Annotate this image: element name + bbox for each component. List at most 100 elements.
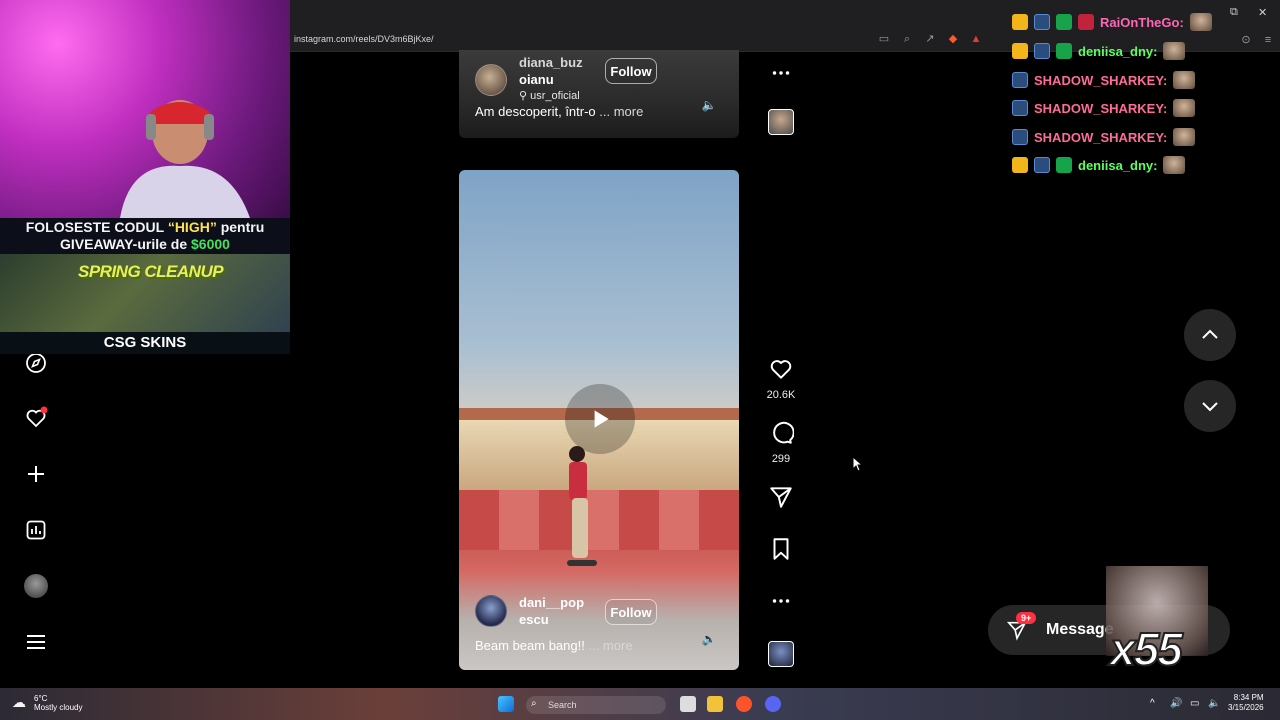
previous-reel-button[interactable] [1184,309,1236,361]
promo-text: pentru [216,219,265,235]
volume-icon[interactable]: 🔊 [1170,698,1182,709]
streamer-figure [120,100,250,218]
chat-username: RaiOnTheGo: [1100,14,1184,30]
promo-line-2: GIVEAWAY-urile de $6000 [0,236,290,253]
compass-icon [26,353,46,373]
menu-icon[interactable]: ≡ [1262,34,1274,46]
profile-button[interactable] [22,572,50,600]
share-button[interactable] [766,484,796,515]
restore-icon[interactable]: ⧉ [1230,6,1238,19]
chat-badge-icon [1034,14,1050,30]
streamer-webcam [0,0,290,218]
play-button[interactable] [565,384,635,454]
chat-username: SHADOW_SHARKEY: [1034,100,1168,116]
chat-message: SHADOW_SHARKEY: [1012,98,1196,118]
task-view-icon[interactable] [680,696,696,712]
chat-badge-icon [1012,14,1028,30]
promo-amount: $6000 [191,236,230,252]
caption-text: Beam beam bang!! [475,638,585,653]
messages-label: Message [1046,621,1114,638]
display-icon[interactable]: ▭ [1190,698,1199,709]
clock-time: 8:34 PM [1233,693,1264,702]
chat-message: SHADOW_SHARKEY: [1012,127,1196,147]
sound-icon[interactable]: 🔈 [701,632,717,648]
chat-badge-icon [1056,157,1072,173]
avatar[interactable] [475,595,507,627]
brave-rewards-icon[interactable]: ▲ [970,33,982,45]
more-options-button[interactable] [766,60,796,91]
more-link[interactable]: ... more [599,104,643,119]
paper-plane-icon [770,487,792,508]
chat-badge-icon [1034,157,1050,173]
chevron-up-icon [1202,329,1218,339]
brave-browser-icon[interactable] [736,696,752,712]
address-bar[interactable]: instagram.com/reels/DV3m6BjKxe/ [294,34,434,44]
sound-icon[interactable]: 🔈 [701,98,717,114]
username-line-2: oianu [519,72,554,87]
chat-message: SHADOW_SHARKEY: [1012,70,1196,90]
brave-shield-icon[interactable]: ◆ [947,33,959,45]
chat-emote-icon [1163,42,1186,60]
reel-author[interactable]: diana_buz oianu ⚲ usr_oficial [475,54,589,105]
discord-icon[interactable] [765,696,781,712]
promo-text: GIVEAWAY-urile de [60,236,192,252]
avatar [24,574,48,598]
zoom-icon[interactable]: ⌕ [901,33,913,45]
search-label: Search [548,700,577,710]
chat-badge-icon [1012,72,1028,88]
start-button[interactable] [498,696,514,712]
reel-username[interactable]: dani__pop escu [519,594,589,628]
reel-card-current[interactable]: dani__pop escu Follow Beam beam bang!! .… [459,170,739,670]
unread-badge: 9+ [1016,612,1037,624]
audio-label[interactable]: ⚲ usr_oficial [519,88,589,105]
create-button[interactable] [22,460,50,488]
multiplier-label: x55 [1109,622,1184,676]
dashboard-button[interactable] [22,516,50,544]
caption-text: Am descoperit, într-o [475,104,596,119]
chat-badge-icon [1078,14,1094,30]
audio-thumbnail[interactable] [768,109,794,135]
chart-icon [26,520,46,540]
next-reel-button[interactable] [1184,380,1236,432]
chat-username: deniisa_dny: [1078,157,1158,173]
follow-button[interactable]: Follow [605,58,657,84]
share-icon[interactable]: ↗ [924,33,936,45]
username-line-2: escu [519,612,549,627]
chat-badge-icon [1056,43,1072,59]
ellipsis-icon [772,71,790,75]
system-clock[interactable]: 8:34 PM 3/15/2026 [1228,693,1264,713]
cloud-icon: ☁ [12,694,26,710]
notifications-button[interactable] [22,404,50,432]
reel-author[interactable]: dani__pop escu [475,594,589,628]
search-icon: ⌕ [531,698,537,709]
tray-overflow-icon[interactable]: ^ [1150,698,1155,709]
more-menu-button[interactable] [22,628,50,656]
cast-icon[interactable]: ▭ [878,33,890,45]
play-icon [594,410,609,428]
file-explorer-icon[interactable] [707,696,723,712]
taskbar-search[interactable]: Search [526,696,666,714]
chat-badge-icon [1056,14,1072,30]
extension-icon[interactable]: ⊙ [1240,34,1252,46]
promo-text: FOLOSESTE CODUL [25,219,168,235]
reel-card-previous[interactable]: diana_buz oianu ⚲ usr_oficial Follow Am … [459,50,739,138]
like-button[interactable]: 20.6K [766,356,796,401]
avatar[interactable] [475,63,507,96]
save-button[interactable] [766,536,796,567]
chat-badge-icon [1012,43,1028,59]
reel-username[interactable]: diana_buz oianu ⚲ usr_oficial [519,54,589,105]
close-icon[interactable]: ✕ [1258,6,1267,19]
comment-button[interactable]: 299 [766,420,796,465]
speaker-icon[interactable]: 🔈 [1208,698,1220,709]
more-link[interactable]: ... more [588,638,632,653]
chat-message: deniisa_dny: [1012,41,1186,61]
audio-thumbnail[interactable] [768,641,794,667]
follow-button[interactable]: Follow [605,599,657,625]
reel-caption[interactable]: Beam beam bang!! ... more [475,638,633,653]
promo-code: “HIGH” [167,219,217,235]
chat-badge-icon [1012,129,1028,145]
reel-caption[interactable]: Am descoperit, într-o ... more [475,104,643,119]
chat-emote-icon [1173,99,1196,117]
chat-username: SHADOW_SHARKEY: [1034,129,1168,145]
more-options-button[interactable] [766,588,796,619]
